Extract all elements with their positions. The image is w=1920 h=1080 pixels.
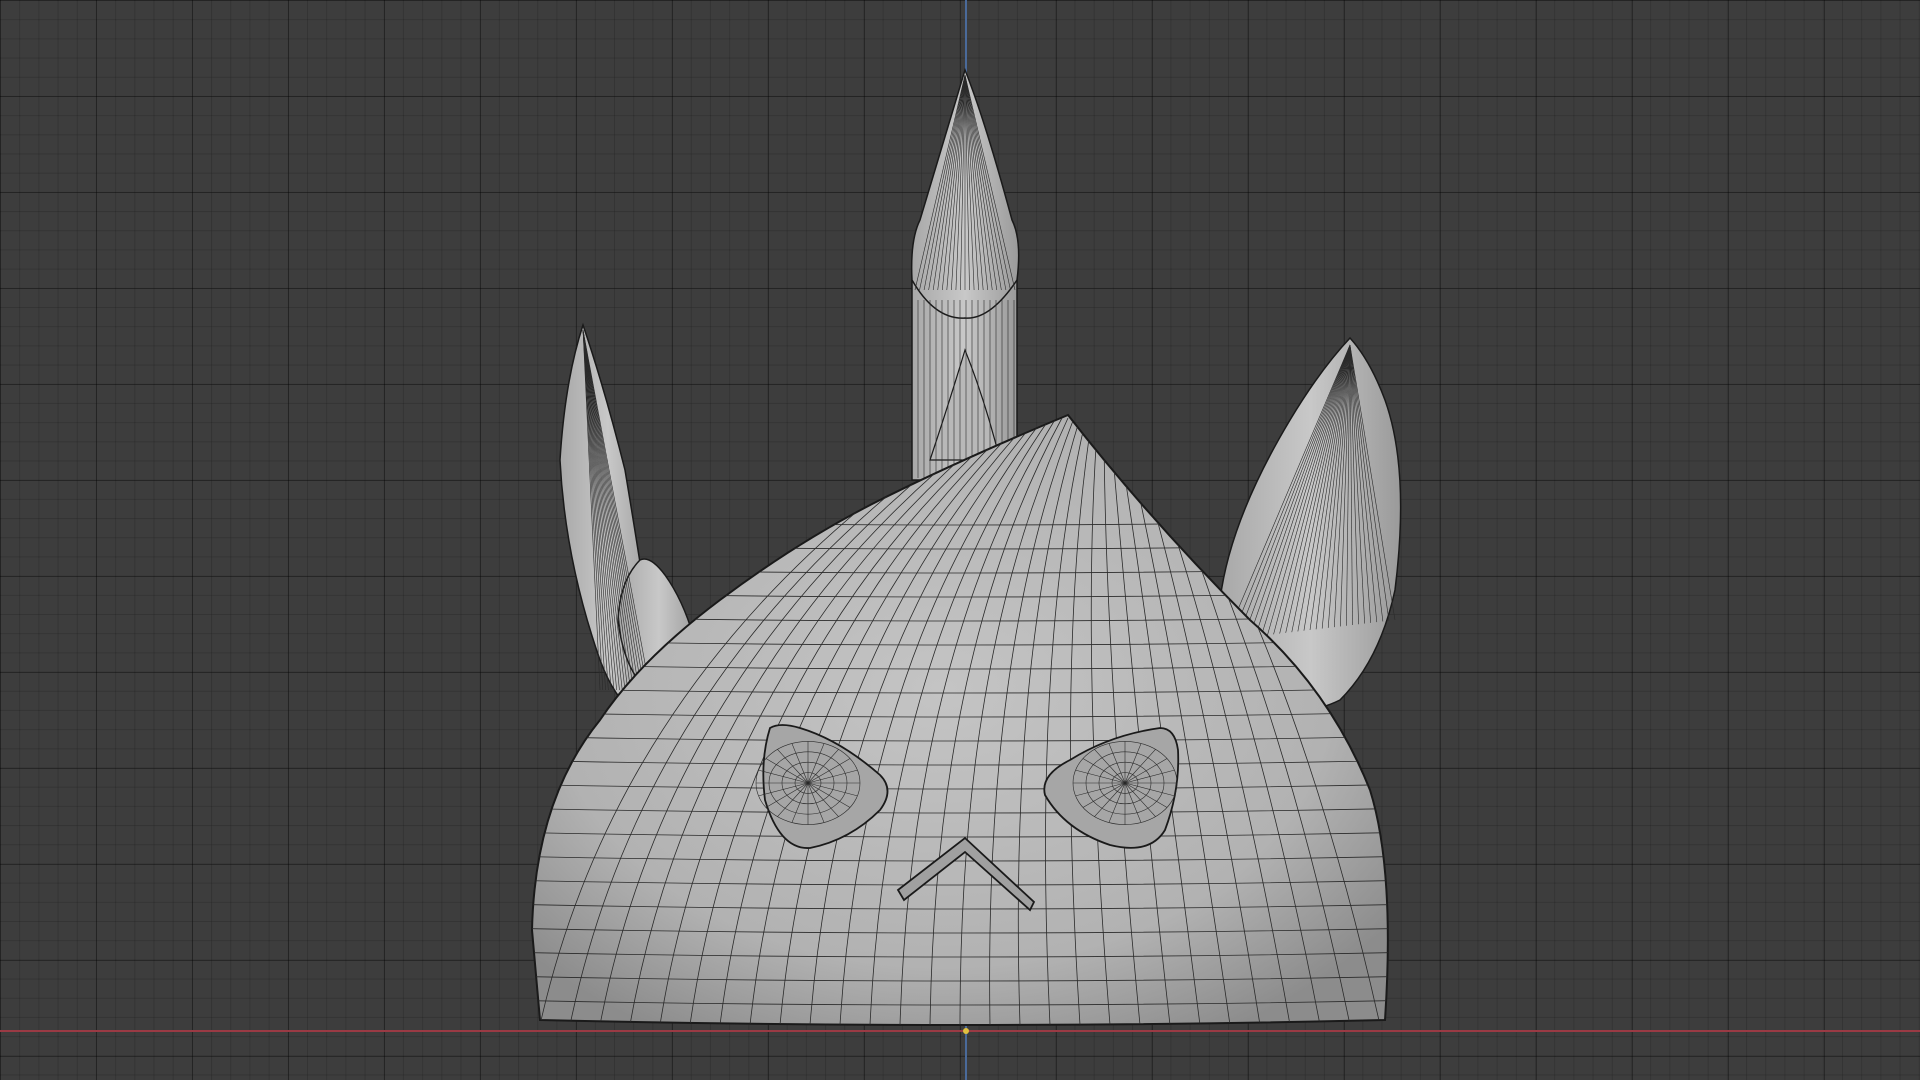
3d-viewport[interactable] — [0, 0, 1920, 1080]
mesh-model[interactable] — [0, 0, 1920, 1080]
back-spike[interactable] — [910, 67, 1020, 481]
world-origin-marker — [963, 1028, 969, 1034]
